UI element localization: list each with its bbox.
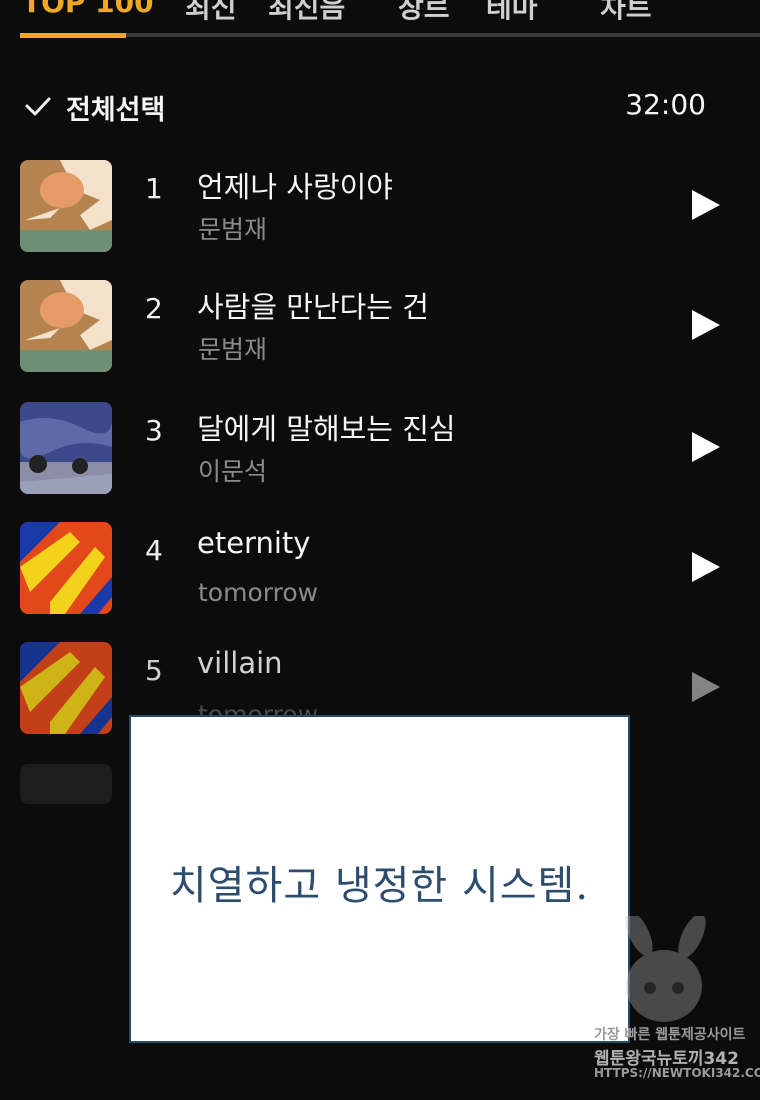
album-cover <box>20 160 112 252</box>
tab-bar: TOP 100 최신 최신음 장르 테마 차트 <box>0 0 760 40</box>
play-icon[interactable] <box>690 188 722 222</box>
caption-box: 치열하고 냉정한 시스템. <box>129 715 630 1043</box>
track-title[interactable]: villain <box>197 646 283 680</box>
play-icon[interactable] <box>690 308 722 342</box>
check-icon[interactable] <box>24 92 52 120</box>
track-rank: 3 <box>145 414 163 447</box>
tab-new-release[interactable]: 최신음 <box>268 0 345 26</box>
track-title[interactable]: 사람을 만난다는 건 <box>197 284 429 326</box>
site-watermark: 가장 빠른 웹툰제공사이트 웹툰왕국뉴토끼342 HTTPS://NEWTOKI… <box>594 916 760 1086</box>
track-artist[interactable]: 이문석 <box>198 452 267 488</box>
track-artist[interactable]: 문범재 <box>198 330 267 366</box>
watermark-line3: HTTPS://NEWTOKI342.COM <box>594 1066 760 1080</box>
track-title[interactable]: 언제나 사랑이야 <box>197 164 393 206</box>
total-duration: 32:00 <box>625 88 706 121</box>
select-all-label[interactable]: 전체선택 <box>66 88 165 127</box>
play-icon[interactable] <box>690 550 722 584</box>
tab-divider <box>20 33 760 37</box>
album-cover <box>20 402 112 494</box>
album-cover <box>20 642 112 734</box>
album-cover <box>20 522 112 614</box>
track-title[interactable]: eternity <box>197 526 310 560</box>
track-rank: 2 <box>145 292 163 325</box>
track-row[interactable]: 3 달에게 말해보는 진심 이문석 <box>0 402 760 498</box>
play-icon[interactable] <box>690 430 722 464</box>
track-row[interactable]: 4 eternity tomorrow <box>0 522 760 618</box>
track-title[interactable]: 달에게 말해보는 진심 <box>197 406 456 448</box>
select-all-row[interactable]: 전체선택 32:00 <box>24 86 714 126</box>
track-artist[interactable]: 문범재 <box>198 210 267 246</box>
tab-genre[interactable]: 장르 <box>398 0 450 26</box>
tab-top100[interactable]: TOP 100 <box>22 0 154 19</box>
active-tab-indicator <box>20 33 126 38</box>
track-row[interactable]: 1 언제나 사랑이야 문범재 <box>0 160 760 256</box>
track-rank: 5 <box>145 654 163 687</box>
tab-theme[interactable]: 테마 <box>486 0 538 26</box>
play-icon[interactable] <box>690 670 722 704</box>
track-rank: 4 <box>145 534 163 567</box>
watermark-mascot-icon <box>625 916 706 1022</box>
album-cover-placeholder <box>20 764 112 804</box>
track-row[interactable]: 2 사람을 만난다는 건 문범재 <box>0 280 760 376</box>
tab-chart[interactable]: 차트 <box>600 0 652 26</box>
tab-latest[interactable]: 최신 <box>185 0 237 26</box>
track-artist[interactable]: tomorrow <box>198 578 318 607</box>
track-rank: 1 <box>145 172 163 205</box>
watermark-line1: 가장 빠른 웹툰제공사이트 <box>594 1027 746 1043</box>
album-cover <box>20 280 112 372</box>
caption-text: 치열하고 냉정한 시스템. <box>169 863 590 909</box>
